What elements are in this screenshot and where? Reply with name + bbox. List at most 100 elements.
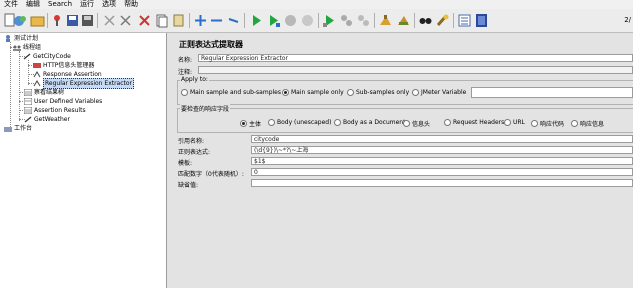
tree-node-assertion-results[interactable]: Assertion Results — [23, 106, 86, 115]
apply-jmeter-variable-radio[interactable]: JMeter Variable — [412, 89, 466, 96]
config-icon — [33, 62, 41, 69]
menu-help[interactable]: 帮助 — [120, 0, 142, 9]
ref-name-label: 引用名称: — [178, 138, 205, 145]
expand-icon[interactable] — [193, 13, 208, 28]
radio-dot — [412, 89, 419, 96]
open-icon[interactable] — [30, 13, 45, 28]
field-body-radio[interactable]: 主体 — [240, 119, 261, 128]
radio-dot-selected — [240, 120, 247, 127]
test-plan-icon — [4, 35, 12, 42]
default-value-label: 缺省值: — [178, 182, 199, 189]
tree-label: 线程组 — [23, 44, 42, 51]
radio-label: 信息头 — [412, 121, 431, 128]
match-no-field[interactable]: 0 — [251, 168, 633, 176]
undo-icon[interactable] — [154, 13, 169, 28]
field-headers-radio[interactable]: 信息头 — [403, 119, 430, 128]
remote-shutdown-icon[interactable] — [356, 13, 371, 28]
remote-stop-icon[interactable] — [339, 13, 354, 28]
field-to-check-title: 要检查的响应字段 — [180, 104, 231, 113]
radio-label: Sub-samples only — [356, 89, 410, 96]
tree-node-workbench[interactable]: 工作台 — [4, 124, 32, 133]
tree-node-results-tree[interactable]: 察看结果树 — [23, 88, 64, 97]
field-response-message-radio[interactable]: 响应信息 — [571, 119, 604, 128]
remote-start-icon[interactable] — [322, 13, 337, 28]
panel-title: 正则表达式提取器 — [179, 40, 243, 49]
match-no-label: 匹配数字（0代表随机）: — [178, 171, 244, 178]
menu-run[interactable]: 运行 — [76, 0, 98, 9]
close-icon[interactable] — [50, 13, 65, 28]
radio-label: Main sample and sub-samples — [190, 89, 281, 96]
toolbar: 2/ — [0, 9, 633, 33]
radio-dot-selected — [282, 89, 289, 96]
comment-label: 注释: — [178, 69, 193, 76]
ref-name-field[interactable]: citycode — [251, 135, 633, 143]
test-plan-tree[interactable]: 测试计划 线程组 GetCityCode HTTP信息头管理器 Response… — [0, 33, 167, 288]
sampler-icon — [24, 116, 32, 123]
radio-label: 主体 — [249, 121, 262, 128]
tree-node-header-manager[interactable]: HTTP信息头管理器 — [33, 61, 94, 70]
tree-node-test-plan[interactable]: 测试计划 — [4, 34, 38, 43]
reset-search-icon[interactable] — [435, 13, 450, 28]
field-body-unescaped-radio[interactable]: Body (unescaped) — [268, 119, 331, 126]
save-as-icon[interactable] — [80, 13, 95, 28]
tree-label: 工作台 — [14, 125, 33, 132]
listener-icon — [23, 106, 33, 115]
regex-field[interactable]: (\d{9})\~*?\~上海 — [251, 146, 633, 154]
tree-node-regex-extractor[interactable]: Regular Expression Extractor — [33, 78, 135, 89]
apply-main-only-radio[interactable]: Main sample only — [282, 89, 344, 96]
radio-dot — [403, 120, 410, 127]
radio-label: Request Headers — [453, 119, 505, 126]
apply-sub-only-radio[interactable]: Sub-samples only — [347, 89, 409, 96]
field-body-document-radio[interactable]: Body as a Document — [334, 119, 405, 126]
workbench-icon — [4, 125, 12, 132]
radio-label: Body as a Document — [343, 119, 406, 126]
apply-to-title: Apply to: — [180, 76, 209, 83]
menu-edit[interactable]: 编辑 — [22, 0, 44, 9]
menu-search[interactable]: Search — [44, 0, 76, 9]
apply-main-and-sub-radio[interactable]: Main sample and sub-samples — [181, 89, 281, 96]
toggle-icon[interactable] — [226, 13, 241, 28]
field-url-radio[interactable]: URL — [504, 119, 525, 126]
jmeter-variable-field[interactable] — [471, 87, 633, 98]
extractor-icon — [33, 80, 41, 87]
help-icon[interactable] — [474, 13, 489, 28]
function-helper-icon[interactable] — [457, 13, 472, 28]
tree-label: Assertion Results — [34, 107, 86, 114]
tree-label: HTTP信息头管理器 — [43, 62, 95, 69]
name-field[interactable]: Regular Expression Extractor — [198, 54, 633, 62]
clear-all-icon[interactable] — [396, 13, 411, 28]
default-value-field[interactable] — [251, 179, 633, 187]
templates-icon[interactable] — [13, 13, 28, 28]
radio-dot — [347, 89, 354, 96]
search-icon[interactable] — [418, 13, 433, 28]
radio-dot — [268, 119, 275, 126]
field-response-code-radio[interactable]: 响应代码 — [531, 119, 564, 128]
cut-icon[interactable] — [102, 13, 117, 28]
comment-field[interactable] — [198, 66, 633, 74]
clear-icon[interactable] — [378, 13, 393, 28]
radio-dot — [504, 119, 511, 126]
copy-icon[interactable] — [118, 13, 133, 28]
redo-icon[interactable] — [171, 13, 186, 28]
radio-dot — [444, 119, 451, 126]
shutdown-icon[interactable] — [300, 13, 315, 28]
radio-label: Main sample only — [291, 89, 344, 96]
collapse-icon[interactable] — [209, 13, 224, 28]
template-label: 模板: — [178, 160, 193, 167]
field-request-headers-radio[interactable]: Request Headers — [444, 119, 504, 126]
tree-node-getweather[interactable]: GetWeather — [24, 115, 70, 124]
start-icon[interactable] — [249, 13, 264, 28]
stop-icon[interactable] — [283, 13, 298, 28]
tree-node-user-vars[interactable]: User Defined Variables — [23, 97, 103, 106]
paste-icon[interactable] — [137, 13, 152, 28]
start-no-pause-icon[interactable] — [266, 13, 281, 28]
save-icon[interactable] — [65, 13, 80, 28]
radio-label: URL — [513, 119, 525, 126]
tree-label: User Defined Variables — [34, 98, 103, 105]
radio-dot — [531, 120, 538, 127]
menu-file[interactable]: 文件 — [0, 0, 22, 9]
tree-node-thread-group[interactable]: 线程组 — [13, 43, 41, 52]
template-field[interactable]: $1$ — [251, 157, 633, 165]
tree-node-getcitycode[interactable]: GetCityCode — [23, 52, 71, 61]
menu-options[interactable]: 选项 — [98, 0, 120, 9]
